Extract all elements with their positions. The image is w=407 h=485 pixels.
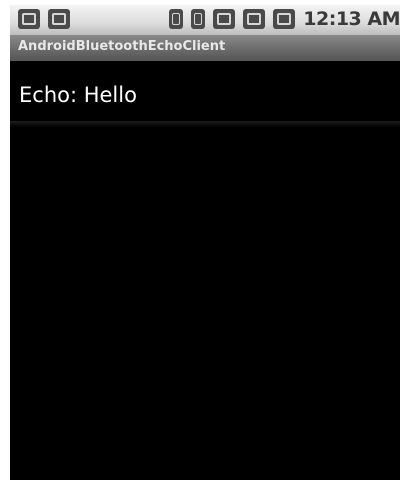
status-bar: 12:13 AM xyxy=(10,5,400,35)
sd-card-icon xyxy=(48,9,70,29)
status-left-icons xyxy=(18,9,70,29)
battery-icon xyxy=(273,9,296,29)
echo-text: Echo: Hello xyxy=(19,83,137,107)
main-content: Echo: Hello xyxy=(10,61,400,480)
sim-icon xyxy=(191,9,206,29)
phone-screen: 12:13 AM AndroidBluetoothEchoClient Echo… xyxy=(10,5,400,480)
app-title-bar: AndroidBluetoothEchoClient xyxy=(10,35,400,61)
signal-icon xyxy=(243,9,266,29)
status-right-icons: 12:13 AM xyxy=(169,8,400,30)
network-icon xyxy=(213,9,236,29)
bluetooth-icon xyxy=(169,9,184,29)
usb-debug-icon xyxy=(18,9,40,29)
status-clock: 12:13 AM xyxy=(303,8,400,30)
content-divider xyxy=(10,121,400,127)
app-title: AndroidBluetoothEchoClient xyxy=(18,39,226,54)
